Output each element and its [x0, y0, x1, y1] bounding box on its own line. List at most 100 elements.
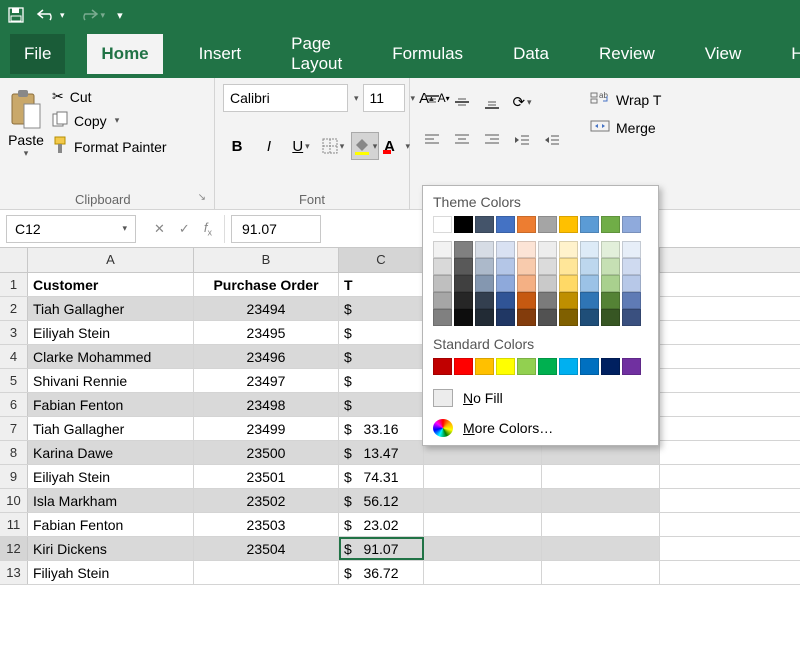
cell-A9[interactable]: Eiliyah Stein	[28, 465, 194, 488]
color-swatch[interactable]	[538, 216, 557, 233]
cell-C13[interactable]: $ 36.72	[339, 561, 424, 584]
font-name-input[interactable]	[223, 84, 348, 112]
table-row[interactable]: 6Fabian Fenton23498$	[0, 393, 800, 417]
table-row[interactable]: 5Shivani Rennie23497$	[0, 369, 800, 393]
color-swatch[interactable]	[538, 241, 557, 258]
cell-B1[interactable]: Purchase Order	[194, 273, 339, 296]
color-swatch[interactable]	[475, 258, 494, 275]
cell-C7[interactable]: $ 33.16	[339, 417, 424, 440]
color-swatch[interactable]	[433, 292, 452, 309]
color-swatch[interactable]	[580, 216, 599, 233]
font-color-button[interactable]: A▾	[383, 132, 411, 160]
cell-A3[interactable]: Eiliyah Stein	[28, 321, 194, 344]
color-swatch[interactable]	[496, 258, 515, 275]
cell-E10[interactable]	[542, 489, 660, 512]
cell-C11[interactable]: $ 23.02	[339, 513, 424, 536]
color-swatch[interactable]	[601, 275, 620, 292]
cell-D12[interactable]	[424, 537, 542, 560]
color-swatch[interactable]	[454, 275, 473, 292]
cell-B8[interactable]: 23500	[194, 441, 339, 464]
tab-data[interactable]: Data	[499, 34, 563, 74]
cell-E9[interactable]	[542, 465, 660, 488]
copy-button[interactable]: Copy▾	[52, 111, 167, 130]
color-swatch[interactable]	[517, 358, 536, 375]
cell-D11[interactable]	[424, 513, 542, 536]
rowhead-1[interactable]: 1	[0, 273, 28, 296]
redo-icon[interactable]: ▾	[77, 8, 106, 22]
color-swatch[interactable]	[559, 358, 578, 375]
color-swatch[interactable]	[601, 309, 620, 326]
table-row[interactable]: 2Tiah Gallagher23494$	[0, 297, 800, 321]
cell-C1[interactable]: T	[339, 273, 424, 296]
cell-A7[interactable]: Tiah Gallagher	[28, 417, 194, 440]
cell-E13[interactable]	[542, 561, 660, 584]
color-swatch[interactable]	[454, 358, 473, 375]
color-swatch[interactable]	[538, 275, 557, 292]
rowhead-10[interactable]: 10	[0, 489, 28, 512]
table-row[interactable]: 11Fabian Fenton23503$ 23.02	[0, 513, 800, 537]
color-swatch[interactable]	[475, 216, 494, 233]
cell-B3[interactable]: 23495	[194, 321, 339, 344]
rowhead-12[interactable]: 12	[0, 537, 28, 560]
format-painter-button[interactable]: Format Painter	[52, 136, 167, 157]
color-swatch[interactable]	[622, 275, 641, 292]
cell-A2[interactable]: Tiah Gallagher	[28, 297, 194, 320]
cell-D10[interactable]	[424, 489, 542, 512]
rowhead-9[interactable]: 9	[0, 465, 28, 488]
cell-E12[interactable]	[542, 537, 660, 560]
bold-button[interactable]: B	[223, 132, 251, 160]
tab-insert[interactable]: Insert	[185, 34, 256, 74]
color-swatch[interactable]	[622, 292, 641, 309]
cell-B5[interactable]: 23497	[194, 369, 339, 392]
cell-C4[interactable]: $	[339, 345, 424, 368]
color-swatch[interactable]	[601, 241, 620, 258]
cell-A10[interactable]: Isla Markham	[28, 489, 194, 512]
color-swatch[interactable]	[622, 241, 641, 258]
italic-button[interactable]: I	[255, 132, 283, 160]
rowhead-3[interactable]: 3	[0, 321, 28, 344]
wrap-text-button[interactable]: ab Wrap T	[590, 90, 661, 109]
color-swatch[interactable]	[517, 258, 536, 275]
table-row[interactable]: 12Kiri Dickens23504$ 91.07	[0, 537, 800, 561]
rowhead-7[interactable]: 7	[0, 417, 28, 440]
cut-button[interactable]: ✂ Cut	[52, 88, 167, 105]
tab-view[interactable]: View	[691, 34, 756, 74]
color-swatch[interactable]	[580, 358, 599, 375]
color-swatch[interactable]	[580, 241, 599, 258]
orientation-icon[interactable]: ⟳▾	[508, 88, 536, 116]
color-swatch[interactable]	[433, 241, 452, 258]
align-middle-icon[interactable]	[448, 88, 476, 116]
table-row[interactable]: 4Clarke Mohammed23496$	[0, 345, 800, 369]
color-swatch[interactable]	[496, 358, 515, 375]
color-swatch[interactable]	[622, 309, 641, 326]
cell-A11[interactable]: Fabian Fenton	[28, 513, 194, 536]
color-swatch[interactable]	[601, 258, 620, 275]
cell-B12[interactable]: 23504	[194, 537, 339, 560]
color-swatch[interactable]	[454, 292, 473, 309]
color-swatch[interactable]	[517, 309, 536, 326]
cell-A12[interactable]: Kiri Dickens	[28, 537, 194, 560]
color-swatch[interactable]	[559, 292, 578, 309]
cell-A6[interactable]: Fabian Fenton	[28, 393, 194, 416]
color-swatch[interactable]	[580, 275, 599, 292]
undo-icon[interactable]: ▾	[36, 8, 65, 22]
color-swatch[interactable]	[475, 309, 494, 326]
decrease-indent-icon[interactable]	[508, 126, 536, 154]
fx-icon[interactable]: fx	[204, 220, 212, 238]
color-swatch[interactable]	[580, 258, 599, 275]
name-box-dropdown-icon[interactable]: ▾	[122, 223, 127, 234]
increase-indent-icon[interactable]	[538, 126, 566, 154]
cell-C2[interactable]: $	[339, 297, 424, 320]
qat-customize-icon[interactable]: ▾	[117, 9, 123, 22]
color-swatch[interactable]	[559, 241, 578, 258]
color-swatch[interactable]	[496, 292, 515, 309]
colhead-B[interactable]: B	[194, 248, 339, 272]
color-swatch[interactable]	[454, 216, 473, 233]
rowhead-8[interactable]: 8	[0, 441, 28, 464]
more-colors-button[interactable]: More Colors…	[423, 413, 658, 443]
color-swatch[interactable]	[433, 358, 452, 375]
cell-B11[interactable]: 23503	[194, 513, 339, 536]
color-swatch[interactable]	[433, 275, 452, 292]
color-swatch[interactable]	[559, 216, 578, 233]
color-swatch[interactable]	[538, 258, 557, 275]
